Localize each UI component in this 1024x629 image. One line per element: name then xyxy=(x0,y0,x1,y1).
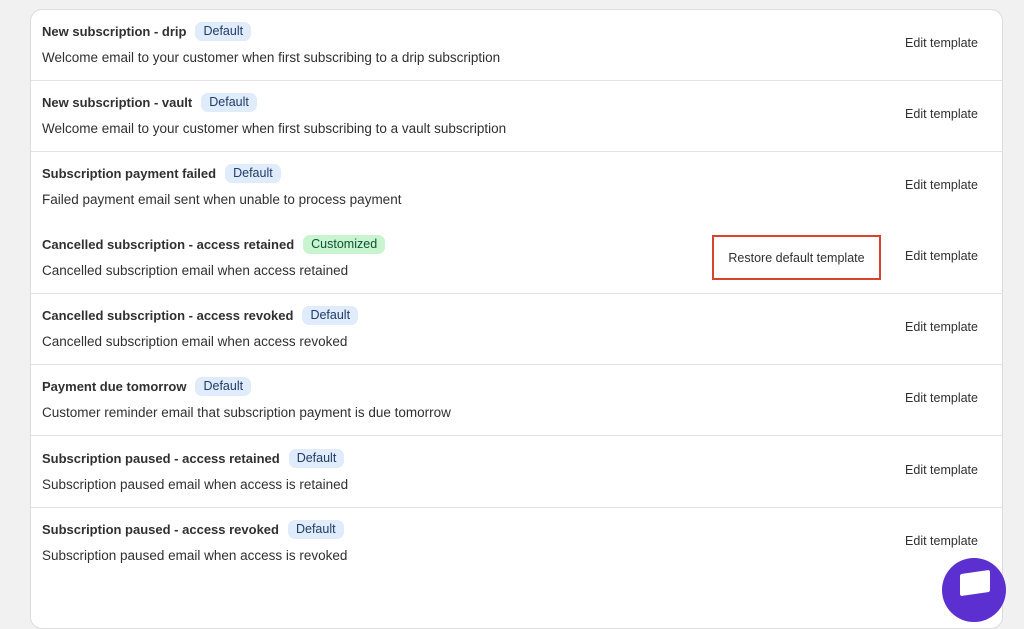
template-description: Welcome email to your customer when firs… xyxy=(42,121,507,136)
edit-template-button[interactable]: Edit template xyxy=(905,249,978,263)
status-badge: Default xyxy=(225,164,281,183)
template-row: Subscription paused - access revoked Def… xyxy=(31,508,1002,579)
template-row: Subscription paused - access retained De… xyxy=(31,437,1002,508)
template-title: Cancelled subscription - access revoked xyxy=(42,308,294,323)
edit-template-button[interactable]: Edit template xyxy=(905,463,978,477)
template-description: Subscription paused email when access is… xyxy=(42,548,348,563)
template-row: New subscription - drip Default Welcome … xyxy=(31,10,1002,81)
chat-icon xyxy=(960,569,990,597)
template-title-line: New subscription - drip Default xyxy=(42,22,252,41)
template-row: Subscription payment failed Default Fail… xyxy=(31,152,1002,223)
edit-template-button[interactable]: Edit template xyxy=(905,36,978,50)
email-templates-card: New subscription - drip Default Welcome … xyxy=(30,9,1003,629)
template-description: Failed payment email sent when unable to… xyxy=(42,192,402,207)
status-badge: Default xyxy=(195,22,252,41)
template-title: Subscription paused - access retained xyxy=(42,451,280,466)
template-title-line: Subscription paused - access retained De… xyxy=(42,449,345,468)
edit-template-button[interactable]: Edit template xyxy=(905,178,978,192)
template-title: Subscription payment failed xyxy=(42,166,217,181)
template-title: New subscription - drip xyxy=(42,24,187,39)
edit-template-button[interactable]: Edit template xyxy=(905,534,978,548)
template-title-line: Subscription payment failed Default xyxy=(42,164,281,183)
template-title: Cancelled subscription - access retained xyxy=(42,237,295,252)
template-row: Payment due tomorrow Default Customer re… xyxy=(31,365,1002,436)
restore-default-template-button[interactable]: Restore default template xyxy=(712,235,881,280)
template-row: Cancelled subscription - access retained… xyxy=(31,223,1002,294)
template-description: Welcome email to your customer when firs… xyxy=(42,50,501,65)
status-badge: Default xyxy=(302,306,359,325)
status-badge: Default xyxy=(288,449,345,468)
template-description: Customer reminder email that subscriptio… xyxy=(42,405,451,420)
template-title-line: Cancelled subscription - access retained… xyxy=(42,235,386,254)
edit-template-button[interactable]: Edit template xyxy=(905,107,978,121)
template-title: New subscription - vault xyxy=(42,95,193,110)
template-title-line: Subscription paused - access revoked Def… xyxy=(42,520,344,539)
template-title: Subscription paused - access revoked xyxy=(42,522,279,537)
edit-template-button[interactable]: Edit template xyxy=(905,391,978,405)
template-title-line: Cancelled subscription - access revoked … xyxy=(42,306,359,325)
template-title: Payment due tomorrow xyxy=(42,379,187,394)
status-badge: Customized xyxy=(303,235,386,254)
template-row: New subscription - vault Default Welcome… xyxy=(31,81,1002,152)
template-description: Subscription paused email when access is… xyxy=(42,477,349,492)
template-description: Cancelled subscription email when access… xyxy=(42,263,349,278)
template-title-line: New subscription - vault Default xyxy=(42,93,257,112)
chat-widget-button[interactable] xyxy=(942,558,1006,622)
status-badge: Default xyxy=(201,93,257,112)
status-badge: Default xyxy=(195,377,252,396)
template-title-line: Payment due tomorrow Default xyxy=(42,377,252,396)
status-badge: Default xyxy=(287,520,344,539)
template-row: Cancelled subscription - access revoked … xyxy=(31,294,1002,365)
edit-template-button[interactable]: Edit template xyxy=(905,320,978,334)
template-description: Cancelled subscription email when access… xyxy=(42,334,348,349)
